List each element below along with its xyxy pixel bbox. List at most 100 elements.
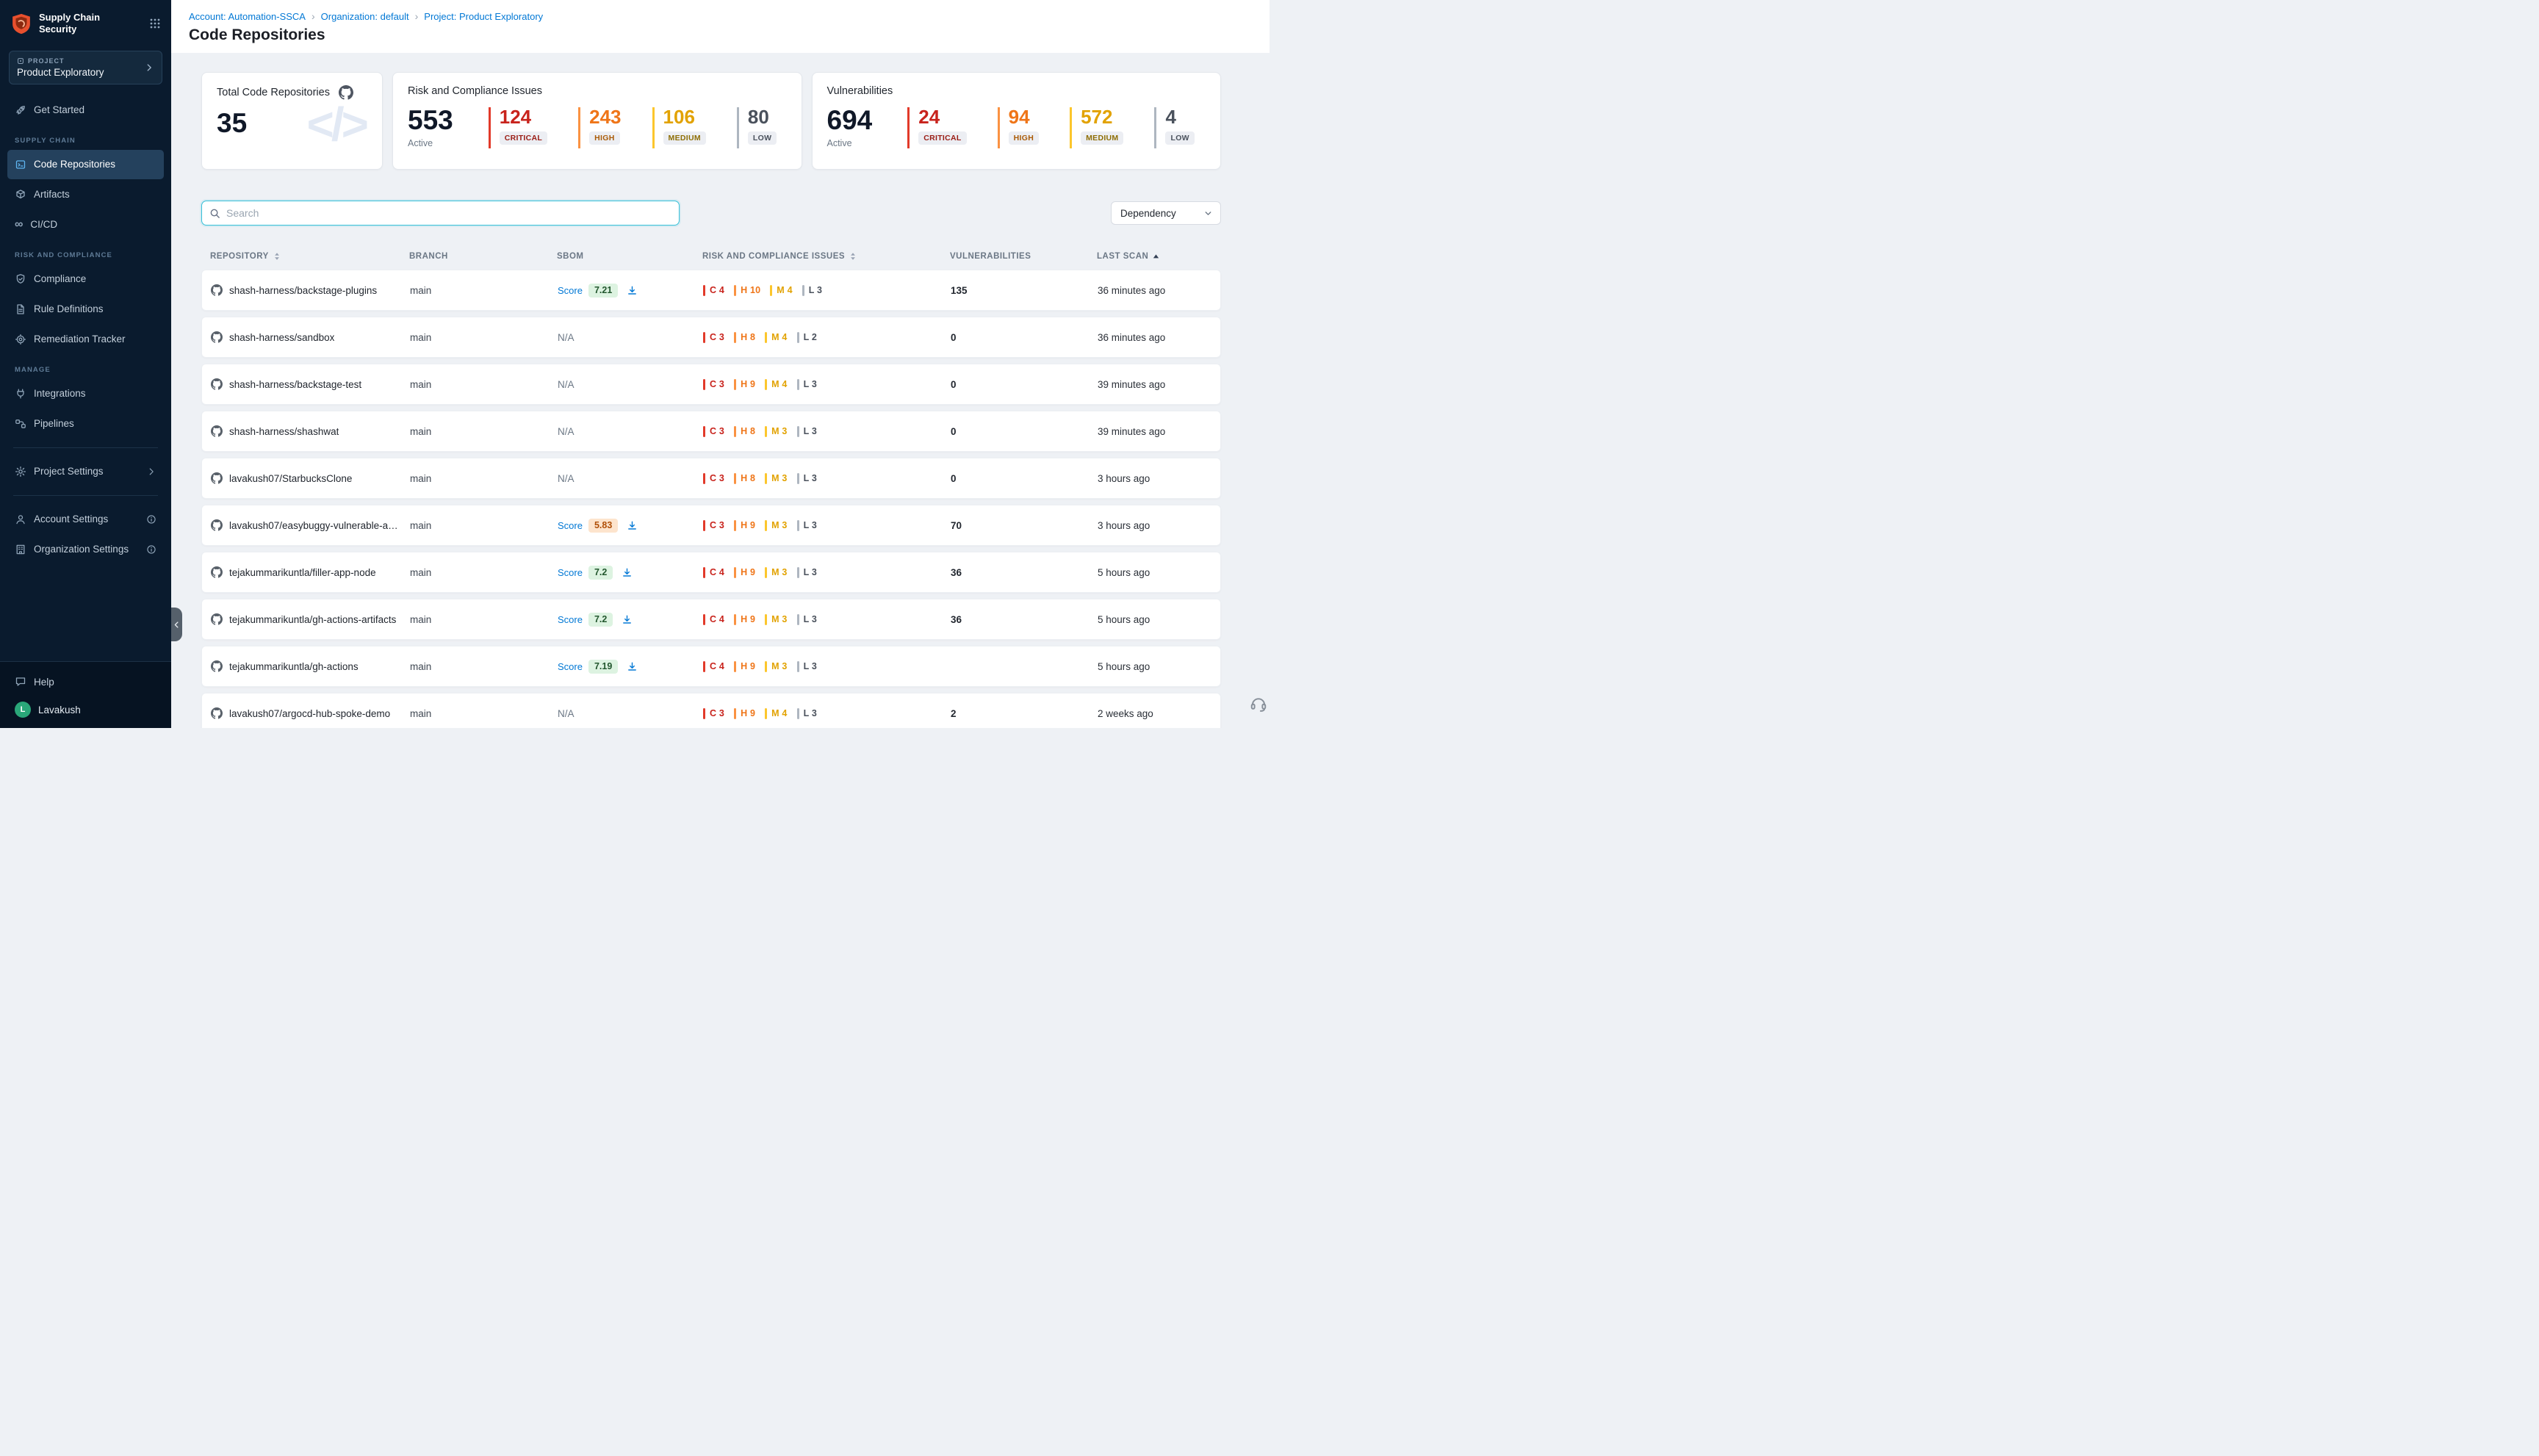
info-icon bbox=[146, 544, 156, 555]
repository-name[interactable]: lavakush07/easybuggy-vulnerable-app... bbox=[229, 520, 400, 531]
repository-name[interactable]: shash-harness/shashwat bbox=[229, 426, 339, 437]
table-row[interactable]: tejakummarikuntla/gh-actions-artifactsma… bbox=[201, 599, 1221, 640]
download-sbom-icon[interactable] bbox=[622, 567, 633, 578]
column-header-risk-and-compliance-issues[interactable]: RISK AND COMPLIANCE ISSUES bbox=[702, 252, 950, 261]
search-box[interactable] bbox=[201, 201, 680, 226]
download-sbom-icon[interactable] bbox=[627, 520, 638, 531]
column-header-last-scan[interactable]: LAST SCAN bbox=[1097, 252, 1221, 261]
module-grid-icon[interactable] bbox=[149, 18, 161, 29]
github-icon bbox=[211, 472, 223, 484]
github-icon bbox=[211, 425, 223, 437]
topbar: Account: Automation-SSCA›Organization: d… bbox=[171, 0, 1270, 53]
column-header-repository[interactable]: REPOSITORY bbox=[210, 252, 409, 261]
stat-label: LOW bbox=[1165, 131, 1194, 145]
column-header-label: LAST SCAN bbox=[1097, 252, 1148, 261]
search-icon bbox=[209, 208, 220, 219]
risk-count-medium: M 4 bbox=[765, 708, 787, 719]
table-row[interactable]: lavakush07/easybuggy-vulnerable-app...ma… bbox=[201, 505, 1221, 546]
sbom-cell: Score7.2 bbox=[558, 566, 703, 580]
download-sbom-icon[interactable] bbox=[627, 661, 638, 672]
table-row[interactable]: lavakush07/StarbucksClonemainN/AC 3H 8M … bbox=[201, 458, 1221, 499]
github-icon bbox=[211, 378, 223, 390]
repository-name[interactable]: tejakummarikuntla/filler-app-node bbox=[229, 567, 376, 578]
sidebar-item-cicd[interactable]: ∞CI/CD bbox=[7, 210, 164, 239]
breadcrumb-link[interactable]: Organization: default bbox=[321, 11, 409, 22]
last-scan-cell: 36 minutes ago bbox=[1098, 285, 1220, 296]
sidebar-item-compliance[interactable]: Compliance bbox=[7, 264, 164, 294]
table-row[interactable]: lavakush07/argocd-hub-spoke-demomainN/AC… bbox=[201, 693, 1221, 728]
last-scan-cell: 5 hours ago bbox=[1098, 614, 1220, 625]
user-menu[interactable]: L Lavakush bbox=[7, 696, 164, 721]
person-icon bbox=[15, 513, 26, 525]
gear-icon bbox=[15, 466, 26, 477]
repository-cell: lavakush07/argocd-hub-spoke-demo bbox=[211, 707, 410, 719]
column-header-label: SBOM bbox=[557, 252, 584, 261]
risk-count-critical: C 3 bbox=[703, 379, 724, 390]
repository-name[interactable]: lavakush07/StarbucksClone bbox=[229, 473, 352, 484]
stat-value: 106 bbox=[663, 107, 706, 126]
table-row[interactable]: shash-harness/backstage-plugins mainScore… bbox=[201, 270, 1221, 311]
risk-count-low: L 3 bbox=[797, 379, 817, 390]
download-sbom-icon[interactable] bbox=[627, 285, 638, 296]
sidebar-item-help[interactable]: Help bbox=[7, 668, 164, 696]
sbom-score-value: 5.83 bbox=[588, 519, 618, 533]
dependency-filter-select[interactable]: Dependency bbox=[1111, 201, 1221, 225]
vulnerabilities-cell: 0 bbox=[951, 473, 1098, 484]
sort-both-icon bbox=[849, 252, 857, 261]
column-header-label: REPOSITORY bbox=[210, 252, 269, 261]
sidebar-item-get-started[interactable]: Get Started bbox=[7, 95, 164, 125]
sidebar-item-label: Rule Definitions bbox=[34, 303, 156, 314]
table-row[interactable]: tejakummarikuntla/gh-actionsmainScore7.1… bbox=[201, 646, 1221, 687]
risk-count-high: H 10 bbox=[734, 285, 760, 296]
table-row[interactable]: shash-harness/backstage-testmainN/AC 3H … bbox=[201, 364, 1221, 405]
risk-cell: C 4H 9M 3L 3 bbox=[703, 614, 951, 625]
building-icon bbox=[15, 544, 26, 555]
table-row[interactable]: tejakummarikuntla/filler-app-nodemainSco… bbox=[201, 552, 1221, 593]
repository-name[interactable]: shash-harness/backstage-plugins bbox=[229, 285, 377, 296]
sidebar-item-organization-settings[interactable]: Organization Settings bbox=[7, 535, 164, 564]
risk-count-medium: M 4 bbox=[770, 285, 792, 296]
repository-name[interactable]: tejakummarikuntla/gh-actions bbox=[229, 661, 359, 672]
project-selector[interactable]: PROJECT Product Exploratory bbox=[9, 51, 162, 84]
stat-value: 124 bbox=[500, 107, 547, 126]
sidebar-item-pipelines[interactable]: Pipelines bbox=[7, 409, 164, 439]
risk-count-medium: M 4 bbox=[765, 379, 787, 390]
branch-cell: main bbox=[410, 708, 558, 719]
sbom-score-link[interactable]: Score bbox=[558, 614, 583, 625]
user-name: Lavakush bbox=[38, 704, 81, 716]
sidebar-item-project-settings[interactable]: Project Settings bbox=[7, 457, 164, 486]
sidebar-item-label: CI/CD bbox=[30, 219, 156, 230]
stat-low: 4LOW bbox=[1154, 107, 1194, 148]
risk-count-critical: C 4 bbox=[703, 285, 724, 296]
table-row[interactable]: shash-harness/shashwatmainN/AC 3H 8M 3L … bbox=[201, 411, 1221, 452]
repository-name[interactable]: shash-harness/backstage-test bbox=[229, 379, 361, 390]
risk-cell: C 3H 8M 4L 2 bbox=[703, 332, 951, 343]
search-input[interactable] bbox=[226, 207, 671, 219]
sidebar-item-remediation-tracker[interactable]: Remediation Tracker bbox=[7, 325, 164, 354]
sbom-score-link[interactable]: Score bbox=[558, 661, 583, 672]
sidebar-item-label: Compliance bbox=[34, 273, 156, 284]
sidebar-item-rule-definitions[interactable]: Rule Definitions bbox=[7, 295, 164, 324]
github-icon bbox=[211, 707, 223, 719]
support-headset-icon[interactable] bbox=[1249, 693, 1268, 716]
sidebar-item-label: Get Started bbox=[34, 104, 156, 115]
download-sbom-icon[interactable] bbox=[622, 614, 633, 625]
repository-name[interactable]: shash-harness/sandbox bbox=[229, 332, 334, 343]
branch-cell: main bbox=[410, 285, 558, 296]
sidebar-item-integrations[interactable]: Integrations bbox=[7, 379, 164, 408]
breadcrumb-link[interactable]: Account: Automation-SSCA bbox=[189, 11, 306, 22]
sbom-score-link[interactable]: Score bbox=[558, 285, 583, 296]
table-row[interactable]: shash-harness/sandboxmainN/AC 3H 8M 4L 2… bbox=[201, 317, 1221, 358]
sidebar-collapse-handle[interactable] bbox=[171, 608, 182, 641]
risk-count-low: L 3 bbox=[797, 661, 817, 672]
sidebar-item-artifacts[interactable]: Artifacts bbox=[7, 180, 164, 209]
sidebar-item-code-repositories[interactable]: Code Repositories bbox=[7, 150, 164, 179]
sidebar-item-account-settings[interactable]: Account Settings bbox=[7, 505, 164, 534]
breadcrumb-link[interactable]: Project: Product Exploratory bbox=[424, 11, 543, 22]
repository-name[interactable]: tejakummarikuntla/gh-actions-artifacts bbox=[229, 614, 396, 625]
risk-cell: C 3H 9M 4L 3 bbox=[703, 379, 951, 390]
risk-count-critical: C 4 bbox=[703, 567, 724, 578]
sbom-score-link[interactable]: Score bbox=[558, 520, 583, 531]
repository-name[interactable]: lavakush07/argocd-hub-spoke-demo bbox=[229, 708, 390, 719]
sbom-score-link[interactable]: Score bbox=[558, 567, 583, 578]
